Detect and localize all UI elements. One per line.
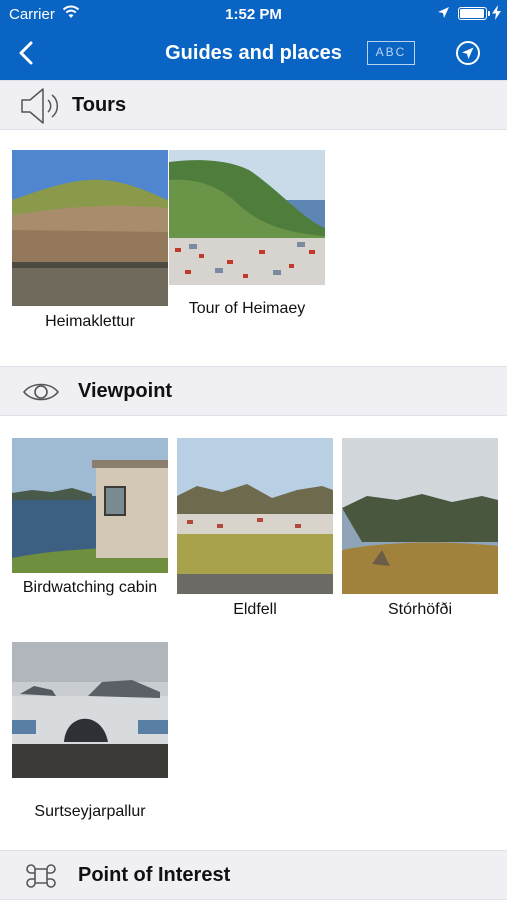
speaker-icon	[18, 86, 64, 126]
location-arrow-icon	[437, 6, 450, 23]
place-label: Heimaklettur	[45, 313, 135, 330]
place-thumbnail	[177, 438, 333, 594]
place-tile-eldfell[interactable]: Eldfell	[177, 438, 333, 620]
place-thumbnail	[12, 438, 168, 573]
section-header-tours: Tours	[0, 80, 507, 130]
place-thumbnail	[342, 438, 498, 594]
place-label: Eldfell	[233, 601, 277, 618]
place-tile-surtseyjarpallur[interactable]: Surtseyjarpallur	[12, 632, 168, 822]
text-mode-button[interactable]: ABC	[367, 41, 415, 65]
place-label: Tour of Heimaey	[188, 300, 306, 317]
status-bar: Carrier 1:52 PM	[0, 0, 507, 28]
navigation-icon[interactable]	[455, 40, 481, 66]
app-header: Carrier 1:52 PM Guides and places ABC	[0, 0, 507, 80]
section-title: Point of Interest	[78, 864, 231, 886]
place-label: Surtseyjarpallur	[34, 803, 146, 820]
section-title: Viewpoint	[78, 380, 173, 402]
eye-icon	[18, 372, 64, 412]
place-thumbnail	[12, 150, 168, 306]
place-label: Stórhöfði	[387, 601, 453, 618]
place-tile-birdwatching-cabin[interactable]: Birdwatching cabin	[12, 438, 168, 598]
place-tile-tour-of-heimaey[interactable]: Tour of Heimaey	[169, 150, 325, 319]
place-thumbnail	[12, 642, 168, 778]
place-label: Birdwatching cabin	[22, 579, 158, 596]
place-thumbnail	[169, 150, 325, 285]
charging-bolt-icon	[492, 5, 501, 24]
navigation-bar: Guides and places ABC	[0, 28, 507, 80]
page-title: Guides and places	[165, 42, 342, 64]
place-tile-storhofdi[interactable]: Stórhöfði	[342, 438, 498, 620]
section-title: Tours	[72, 94, 127, 116]
section-header-point-of-interest: Point of Interest	[0, 850, 507, 900]
section-header-viewpoint: Viewpoint	[0, 366, 507, 416]
status-time: 1:52 PM	[225, 6, 282, 23]
battery-icon	[458, 7, 490, 20]
command-icon	[18, 856, 64, 896]
place-tile-heimaklettur[interactable]: Heimaklettur	[12, 150, 168, 332]
